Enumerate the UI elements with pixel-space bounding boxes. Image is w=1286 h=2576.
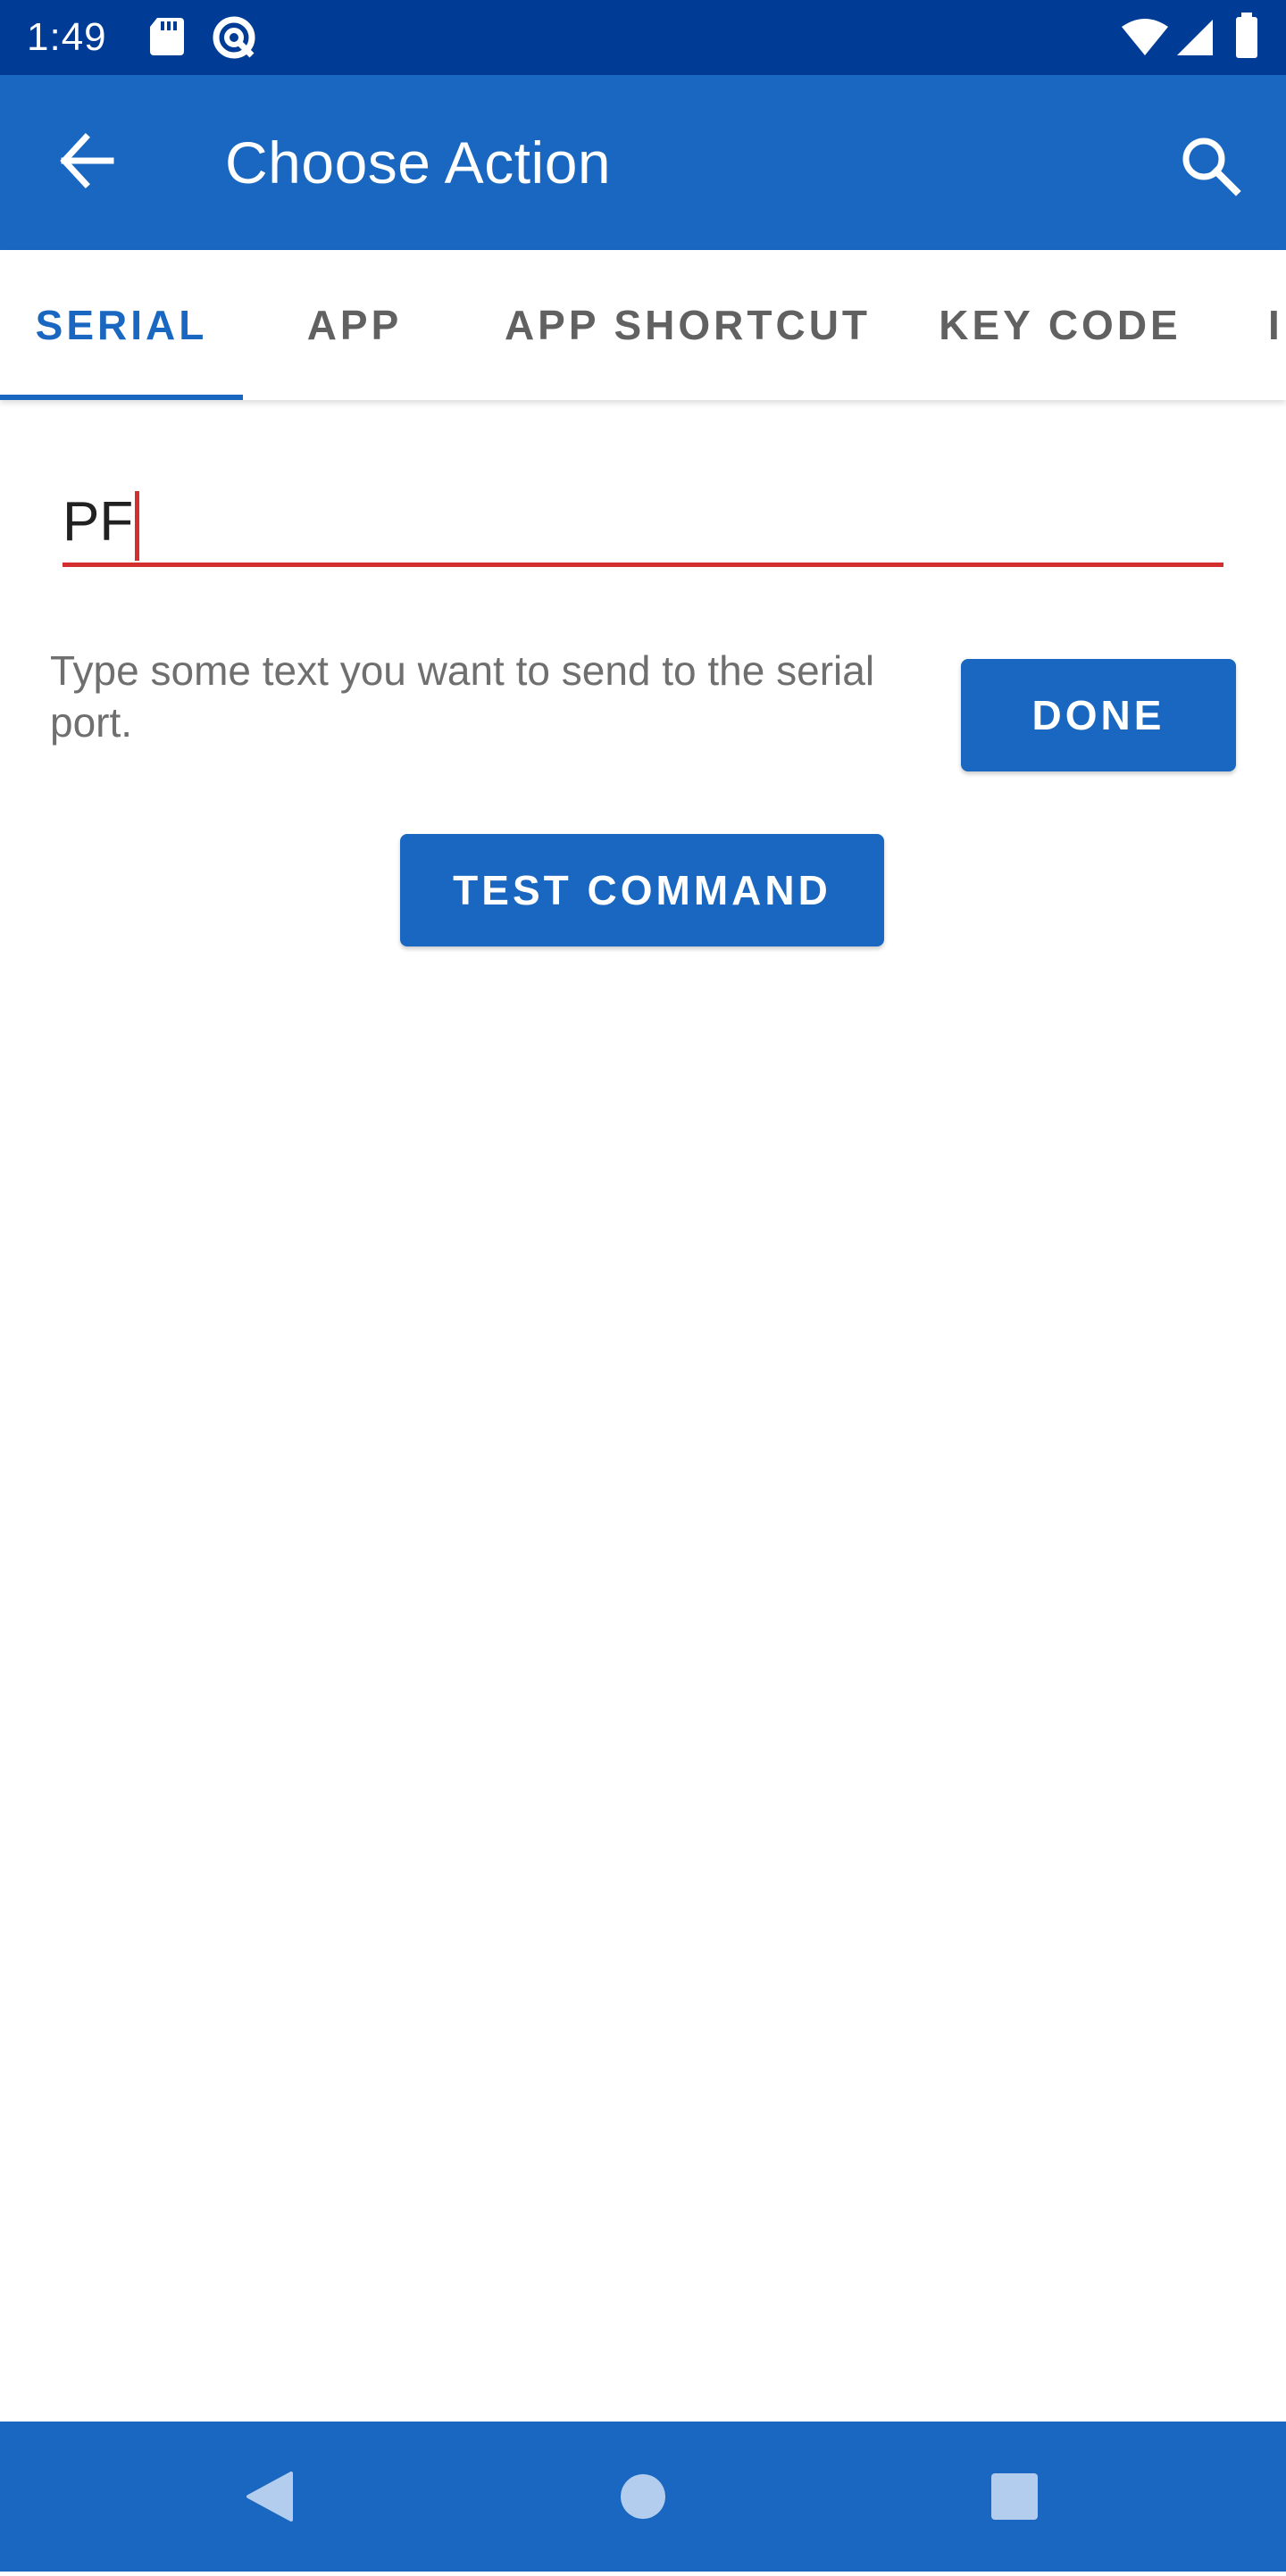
helper-text: Type some text you want to send to the s…: [50, 647, 875, 746]
serial-input[interactable]: PF: [63, 473, 140, 571]
signal-icon: [1175, 18, 1215, 62]
status-time: 1:49: [27, 15, 107, 59]
nav-back-button[interactable]: [207, 2422, 332, 2572]
search-button[interactable]: [1161, 116, 1259, 214]
arrow-left-icon: [60, 133, 114, 188]
back-button[interactable]: [39, 111, 138, 209]
done-button[interactable]: DONE: [961, 659, 1236, 771]
data-saver-icon: [211, 14, 257, 65]
system-nav-bar: [0, 2422, 1286, 2572]
serial-input-value: PF: [63, 491, 134, 553]
input-underline: [63, 563, 1223, 567]
battery-icon: [1234, 13, 1259, 63]
tab-serial[interactable]: SERIAL: [0, 250, 243, 400]
serial-text-field[interactable]: PF: [63, 473, 1223, 571]
home-circle-icon: [621, 2474, 665, 2519]
wifi-icon: [1120, 18, 1170, 62]
tab-key-code[interactable]: KEY CODE: [929, 250, 1191, 400]
tab-bar: SERIAL APP APP SHORTCUT KEY CODE I: [0, 250, 1286, 400]
status-bar: 1:49: [0, 0, 1286, 75]
tab-app[interactable]: APP: [259, 250, 450, 400]
back-triangle-icon: [246, 2472, 293, 2522]
tab-app-shortcut[interactable]: APP SHORTCUT: [482, 250, 893, 400]
page-title: Choose Action: [225, 129, 612, 196]
tab-indicator: [0, 395, 243, 400]
test-command-button[interactable]: TEST COMMAND: [400, 834, 884, 946]
search-icon: [1182, 138, 1241, 196]
sd-card-icon: [148, 16, 186, 62]
tab-next-partial[interactable]: I: [1268, 250, 1286, 400]
nav-home-button[interactable]: [580, 2422, 706, 2572]
nav-recents-button[interactable]: [952, 2422, 1077, 2572]
text-caret: [135, 490, 140, 561]
recents-square-icon: [991, 2473, 1038, 2520]
app-bar: Choose Action: [0, 75, 1286, 250]
